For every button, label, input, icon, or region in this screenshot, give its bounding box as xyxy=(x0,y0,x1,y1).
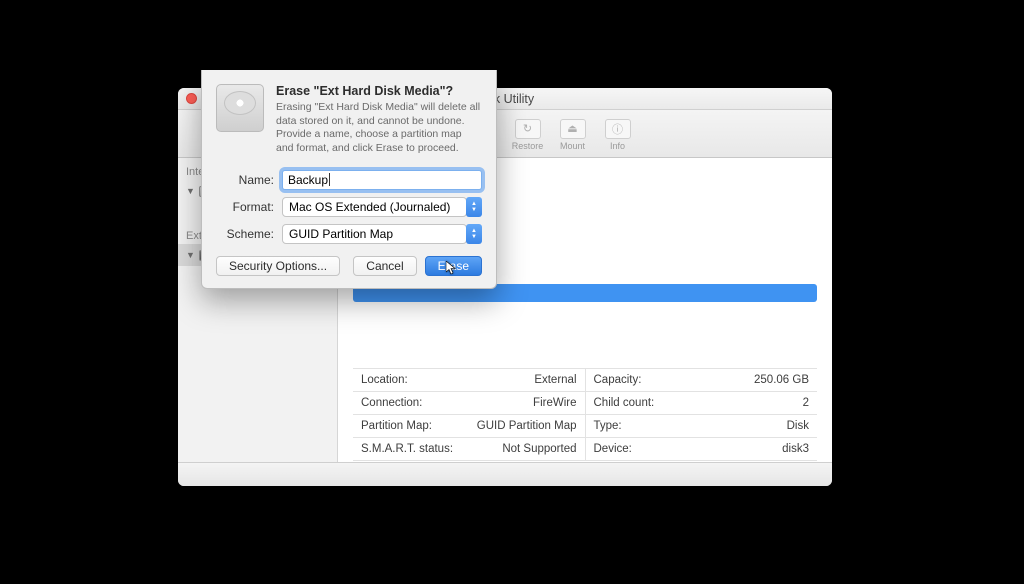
restore-icon: ↻ xyxy=(515,119,541,139)
hard-disk-icon xyxy=(216,84,264,132)
format-select[interactable]: Mac OS Extended (Journaled) xyxy=(282,197,467,217)
chevron-updown-icon[interactable]: ▲▼ xyxy=(466,197,482,217)
erase-button[interactable]: Erase xyxy=(425,256,482,276)
toolbar-restore[interactable]: ↻Restore xyxy=(507,119,549,151)
disclosure-triangle-icon[interactable]: ▼ xyxy=(186,186,194,196)
erase-sheet: Erase "Ext Hard Disk Media"? Erasing "Ex… xyxy=(201,70,497,289)
format-label: Format: xyxy=(216,200,274,214)
table-row: Connection:FireWire Child count:2 xyxy=(353,392,817,415)
info-icon: ⓘ xyxy=(605,119,631,139)
cursor-icon xyxy=(446,261,456,275)
scheme-select[interactable]: GUID Partition Map xyxy=(282,224,467,244)
toolbar-mount[interactable]: ⏏Mount xyxy=(552,119,594,151)
name-input[interactable]: Backup xyxy=(282,170,482,190)
disclosure-triangle-icon[interactable]: ▼ xyxy=(186,250,194,260)
mount-icon: ⏏ xyxy=(560,119,586,139)
table-row: Partition Map:GUID Partition Map Type:Di… xyxy=(353,415,817,438)
sheet-heading: Erase "Ext Hard Disk Media"? xyxy=(276,84,482,98)
sheet-description: Erasing "Ext Hard Disk Media" will delet… xyxy=(276,101,482,156)
table-row: S.M.A.R.T. status:Not Supported Device:d… xyxy=(353,438,817,461)
table-row: Location:External Capacity:250.06 GB xyxy=(353,369,817,392)
cancel-button[interactable]: Cancel xyxy=(353,256,416,276)
info-table: Location:External Capacity:250.06 GB Con… xyxy=(353,368,817,461)
toolbar-info[interactable]: ⓘInfo xyxy=(597,119,639,151)
chevron-updown-icon[interactable]: ▲▼ xyxy=(466,224,482,244)
name-label: Name: xyxy=(216,173,274,187)
status-bar xyxy=(178,462,832,486)
scheme-label: Scheme: xyxy=(216,227,274,241)
security-options-button[interactable]: Security Options... xyxy=(216,256,340,276)
